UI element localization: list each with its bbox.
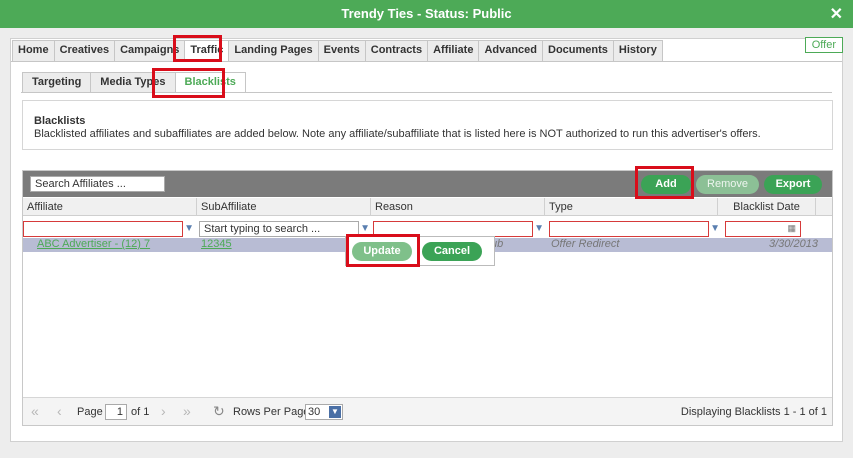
row-affiliate[interactable]: ABC Advertiser - (12) 7 — [37, 238, 150, 251]
rows-per-page-select[interactable]: 30 ▼ — [305, 404, 343, 420]
cancel-button[interactable]: Cancel — [422, 242, 482, 261]
tab-events[interactable]: Events — [317, 40, 366, 61]
tab-documents[interactable]: Documents — [542, 40, 614, 61]
tab-advanced[interactable]: Advanced — [478, 40, 544, 61]
export-button[interactable]: Export — [764, 175, 822, 194]
info-description: Blacklisted affiliates and subaffiliates… — [34, 128, 761, 140]
chevron-down-icon[interactable]: ▼ — [329, 406, 341, 418]
column-blacklist-date[interactable]: Blacklist Date — [718, 198, 816, 216]
type-filter[interactable]: ▼ — [549, 221, 720, 237]
main-tabs: Home Creatives Campaigns Traffic Landing… — [12, 40, 663, 61]
tab-creatives[interactable]: Creatives — [53, 40, 116, 61]
rows-per-page-label: Rows Per Page: — [233, 406, 313, 418]
row-edit-popup: Update Cancel — [345, 236, 495, 266]
update-button[interactable]: Update — [352, 242, 412, 261]
blacklist-date-filter[interactable]: ▦ — [725, 221, 801, 237]
page-input[interactable]: 1 — [105, 404, 127, 420]
row-date: 3/30/2013 — [769, 238, 818, 250]
blacklist-grid: Search Affiliates ... Add Remove Export … — [22, 170, 833, 426]
column-subaffiliate[interactable]: SubAffiliate — [197, 198, 371, 216]
tab-traffic[interactable]: Traffic — [184, 40, 230, 61]
column-type[interactable]: Type — [545, 198, 718, 216]
sub-tabs: Targeting Media Types Blacklists — [22, 72, 246, 92]
first-page-icon[interactable]: « — [31, 403, 39, 419]
row-subaffiliate[interactable]: 12345 — [201, 238, 232, 251]
subaffiliate-filter-placeholder: Start typing to search ... — [204, 223, 321, 235]
calendar-icon[interactable]: ▦ — [787, 223, 796, 234]
chevron-down-icon[interactable]: ▼ — [360, 223, 370, 234]
reason-filter[interactable]: ▼ — [373, 221, 544, 237]
tab-history[interactable]: History — [612, 40, 663, 61]
tabs-divider — [11, 61, 842, 62]
tab-contracts[interactable]: Contracts — [364, 40, 429, 61]
column-affiliate[interactable]: Affiliate — [23, 198, 197, 216]
info-heading: Blacklists — [34, 115, 86, 127]
page-label: Page — [77, 406, 103, 418]
next-page-icon[interactable]: › — [161, 403, 166, 419]
tab-campaigns[interactable]: Campaigns — [114, 40, 186, 61]
remove-button[interactable]: Remove — [696, 175, 759, 194]
subtab-targeting[interactable]: Targeting — [22, 72, 92, 92]
title-bar: Trendy Ties - Status: Public ✕ — [0, 0, 853, 28]
chevron-down-icon[interactable]: ▼ — [184, 223, 194, 234]
prev-page-icon[interactable]: ‹ — [57, 403, 62, 419]
affiliate-filter[interactable]: ▼ — [23, 221, 194, 237]
page-of-label: of 1 — [131, 406, 150, 418]
offer-badge: Offer — [804, 37, 843, 53]
grid-toolbar: Search Affiliates ... Add Remove Export — [23, 171, 832, 197]
subtabs-divider — [21, 92, 832, 93]
grid-header: Affiliate SubAffiliate Reason Type Black… — [23, 198, 832, 216]
tab-landing-pages[interactable]: Landing Pages — [228, 40, 319, 61]
subtab-blacklists[interactable]: Blacklists — [174, 72, 246, 92]
rows-per-page-value: 30 — [308, 406, 321, 418]
tab-home[interactable]: Home — [12, 40, 55, 61]
refresh-icon[interactable]: ↻ — [213, 403, 225, 420]
add-button[interactable]: Add — [641, 175, 691, 194]
search-affiliates-input[interactable]: Search Affiliates ... — [30, 176, 165, 192]
subaffiliate-filter[interactable]: Start typing to search ... ▼ — [199, 221, 370, 237]
chevron-down-icon[interactable]: ▼ — [534, 223, 544, 234]
window-title: Trendy Ties - Status: Public — [341, 6, 512, 21]
info-box: Blacklists Blacklisted affiliates and su… — [22, 100, 833, 150]
tab-affiliate[interactable]: Affiliate — [427, 40, 480, 61]
display-count: Displaying Blacklists 1 - 1 of 1 — [680, 406, 827, 418]
chevron-down-icon[interactable]: ▼ — [710, 223, 720, 234]
close-icon[interactable]: ✕ — [830, 4, 843, 24]
subtab-media-types[interactable]: Media Types — [90, 72, 176, 92]
last-page-icon[interactable]: » — [183, 403, 191, 419]
pagination-bar: « ‹ Page 1 of 1 › » ↻ Rows Per Page: 30 … — [23, 397, 832, 425]
row-type: Offer Redirect — [551, 238, 620, 250]
column-reason[interactable]: Reason — [371, 198, 545, 216]
